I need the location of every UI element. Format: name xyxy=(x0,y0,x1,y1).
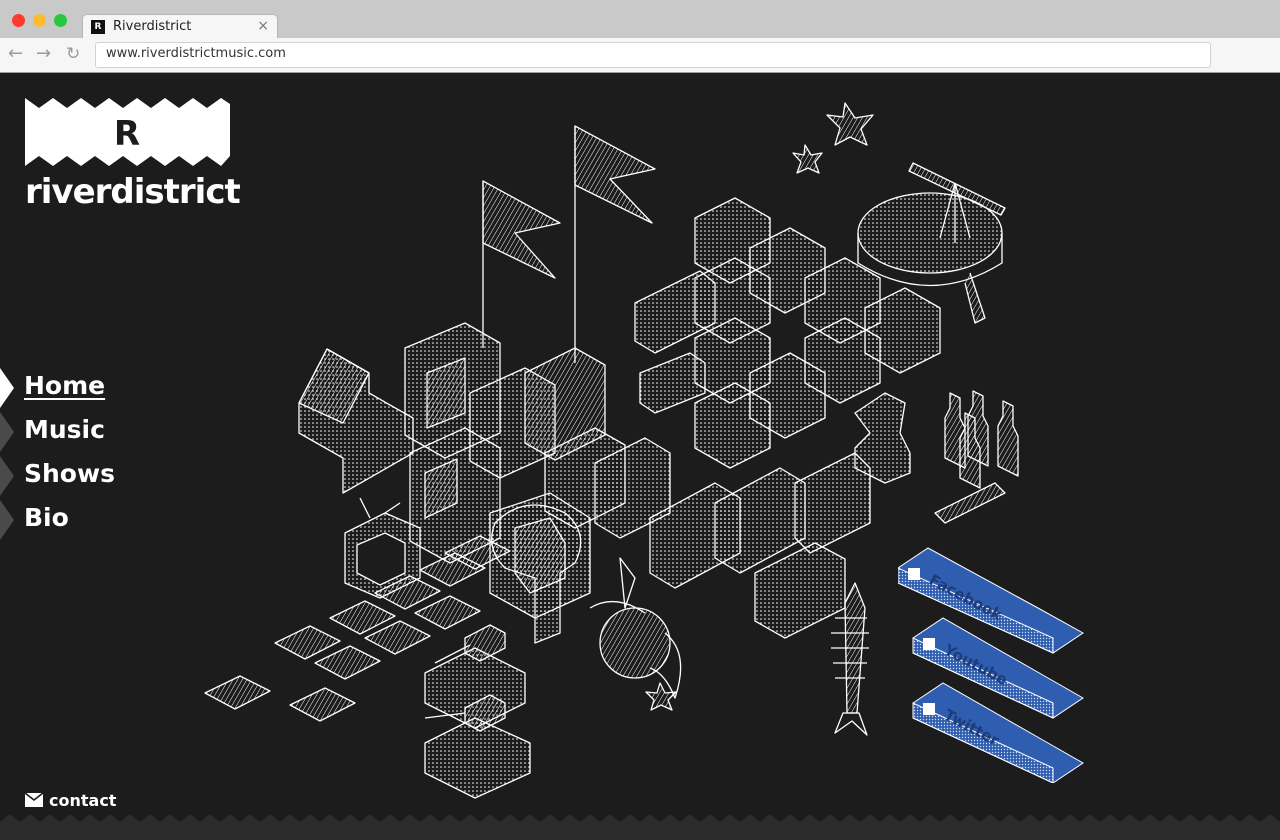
nav-label: Home xyxy=(24,371,106,400)
page-content: R riverdistrict Home Music Shows Bio Fac… xyxy=(0,73,1280,840)
nav-indicator-icon xyxy=(0,456,14,496)
nav-label: Music xyxy=(24,415,105,444)
contact-label: contact xyxy=(49,790,117,810)
isometric-house xyxy=(298,348,414,494)
logo-letter: R xyxy=(114,114,140,154)
nav-item-bio[interactable]: Bio xyxy=(0,498,130,542)
youtube-icon xyxy=(923,638,935,650)
footer-zigzag xyxy=(0,814,1280,840)
star-icon xyxy=(645,682,677,711)
nav-label: Shows xyxy=(24,459,115,488)
browser-toolbar: ← → ↻ xyxy=(0,38,1280,72)
bottles xyxy=(934,390,1019,524)
tab-bar: R Riverdistrict × xyxy=(0,0,1280,39)
minimize-window-button[interactable] xyxy=(33,14,46,27)
close-window-button[interactable] xyxy=(12,14,25,27)
forward-arrow-icon[interactable]: → xyxy=(36,43,51,64)
browser-chrome: R Riverdistrict × ← → ↻ xyxy=(0,0,1280,73)
twitter-icon xyxy=(923,703,935,715)
active-indicator-icon xyxy=(0,368,14,408)
nav-item-shows[interactable]: Shows xyxy=(0,454,130,498)
isometric-letters xyxy=(404,270,871,639)
url-input[interactable] xyxy=(106,46,1186,61)
contact-link[interactable]: contact xyxy=(25,790,116,810)
envelope-icon xyxy=(25,793,43,807)
browser-tab[interactable]: R Riverdistrict × xyxy=(82,14,278,39)
nav-indicator-icon xyxy=(0,412,14,452)
star-icon xyxy=(792,144,823,174)
reload-icon[interactable]: ↻ xyxy=(66,44,80,64)
address-bar[interactable] xyxy=(95,42,1211,68)
flag-left xyxy=(482,180,561,348)
nav-item-music[interactable]: Music xyxy=(0,410,130,454)
main-nav: Home Music Shows Bio xyxy=(0,366,130,542)
favicon-icon: R xyxy=(91,20,105,34)
nav-label: Bio xyxy=(24,503,69,532)
maximize-window-button[interactable] xyxy=(54,14,67,27)
star-icon xyxy=(826,102,874,146)
chess-knight xyxy=(854,392,911,484)
tab-close-icon[interactable]: × xyxy=(257,18,269,34)
facebook-icon xyxy=(908,568,920,580)
tab-title: Riverdistrict xyxy=(113,19,192,34)
social-blocks: Facebook Youtube Twitter xyxy=(898,547,1084,783)
nav-item-home[interactable]: Home xyxy=(0,366,130,410)
back-arrow-icon[interactable]: ← xyxy=(8,43,23,64)
nav-indicator-icon xyxy=(0,500,14,540)
